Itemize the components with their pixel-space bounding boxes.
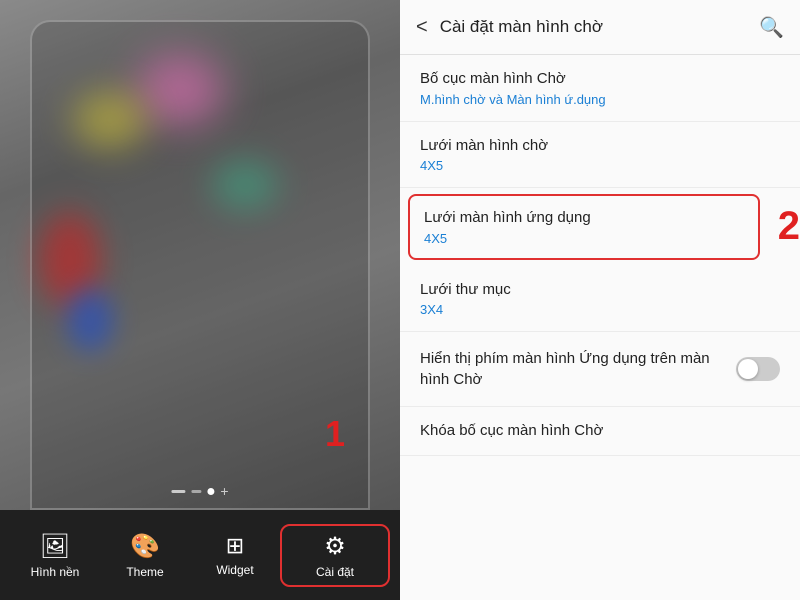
settings-header: < Cài đặt màn hình chờ 🔍 xyxy=(400,0,800,55)
widget-label: Widget xyxy=(216,563,253,577)
settings-list: Bố cục màn hình Chờ M.hình chờ và Màn hì… xyxy=(400,55,800,600)
widget-icon: ⊞ xyxy=(226,533,244,559)
badge-number-1: 1 xyxy=(325,413,345,455)
luoi-thu-muc-sub: 3X4 xyxy=(420,302,780,317)
setting-luoi-ung-dung[interactable]: Lưới màn hình ứng dụng 4X5 xyxy=(408,194,760,260)
cai-dat-label: Cài đặt xyxy=(316,565,354,579)
theme-label: Theme xyxy=(126,565,163,579)
dot-rect xyxy=(191,490,201,493)
setting-luoi-thu-muc[interactable]: Lưới thư mục 3X4 xyxy=(400,266,800,333)
dot-circle xyxy=(207,488,214,495)
badge-number-2: 2 xyxy=(778,204,800,249)
right-panel: < Cài đặt màn hình chờ 🔍 Bố cục màn hình… xyxy=(400,0,800,600)
dot-dash xyxy=(171,490,185,493)
back-button[interactable]: < xyxy=(416,16,428,39)
hinh-nen-icon: 🖼 xyxy=(40,532,70,561)
nav-item-widget[interactable]: ⊞ Widget xyxy=(190,533,280,577)
left-panel: + 1 🖼 Hình nền 🎨 Theme ⊞ Widget ⚙ Cài đặ… xyxy=(0,0,400,600)
bo-cuc-title: Bố cục màn hình Chờ xyxy=(420,69,780,89)
toggle-thumb xyxy=(738,359,758,379)
luoi-ung-dung-title: Lưới màn hình ứng dụng xyxy=(424,208,744,228)
setting-hien-thi-phim: Hiển thị phím màn hình Ứng dụng trên màn… xyxy=(400,332,800,407)
nav-item-theme[interactable]: 🎨 Theme xyxy=(100,532,190,579)
phone-screen: + 1 xyxy=(0,0,400,510)
theme-icon: 🎨 xyxy=(130,532,160,561)
luoi-cho-title: Lưới màn hình chờ xyxy=(420,136,780,156)
luoi-thu-muc-title: Lưới thư mục xyxy=(420,280,780,300)
khoa-bo-cuc-title: Khóa bố cục màn hình Chờ xyxy=(420,421,780,441)
cai-dat-icon: ⚙ xyxy=(324,532,346,561)
bo-cuc-sub: M.hình chờ và Màn hình ứ.dụng xyxy=(420,92,780,107)
phone-frame xyxy=(30,20,370,510)
nav-item-cai-dat[interactable]: ⚙ Cài đặt xyxy=(280,524,390,587)
setting-khoa-bo-cuc[interactable]: Khóa bố cục màn hình Chờ xyxy=(400,407,800,456)
search-button[interactable]: 🔍 xyxy=(759,15,784,40)
hinh-nen-label: Hình nền xyxy=(31,565,80,579)
hien-thi-phim-title: Hiển thị phím màn hình Ứng dụng trên màn… xyxy=(420,348,736,390)
dot-plus: + xyxy=(220,484,228,498)
hien-thi-phim-toggle[interactable] xyxy=(736,357,780,381)
nav-item-hinh-nen[interactable]: 🖼 Hình nền xyxy=(10,532,100,579)
setting-bo-cuc[interactable]: Bố cục màn hình Chờ M.hình chờ và Màn hì… xyxy=(400,55,800,122)
dots-indicator: + xyxy=(171,484,228,498)
bottom-nav: 🖼 Hình nền 🎨 Theme ⊞ Widget ⚙ Cài đặt xyxy=(0,510,400,600)
luoi-ung-dung-sub: 4X5 xyxy=(424,231,744,246)
page-title: Cài đặt màn hình chờ xyxy=(440,17,759,37)
setting-luoi-cho[interactable]: Lưới màn hình chờ 4X5 xyxy=(400,122,800,189)
luoi-cho-sub: 4X5 xyxy=(420,158,780,173)
